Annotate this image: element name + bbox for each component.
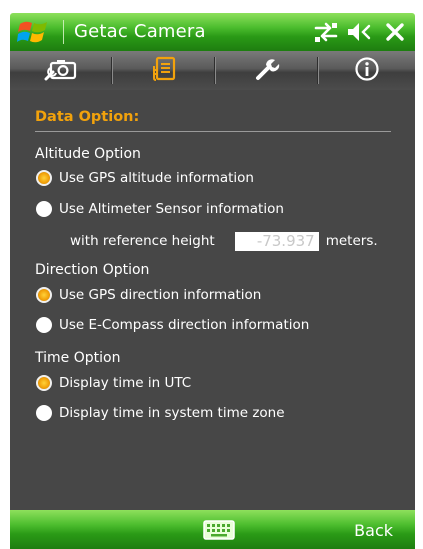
data-option-panel: Data Option: Altitude Option Use GPS alt…	[10, 90, 415, 510]
radio-altimeter-sensor[interactable]: Use Altimeter Sensor information	[36, 198, 284, 220]
windows-start-icon[interactable]	[17, 16, 51, 48]
radio-selected-icon[interactable]	[36, 375, 52, 391]
radio-time-system-zone-label: Display time in system time zone	[59, 405, 285, 421]
camera-wrench-icon	[43, 57, 79, 85]
altitude-option-label: Altitude Option	[35, 146, 141, 162]
section-divider	[35, 131, 391, 132]
title-bar: Getac Camera	[10, 13, 415, 51]
radio-unselected-icon[interactable]	[36, 405, 52, 421]
radio-gps-altitude-label: Use GPS altitude information	[59, 170, 254, 186]
radio-time-system-zone[interactable]: Display time in system time zone	[36, 402, 285, 424]
radio-unselected-icon[interactable]	[36, 201, 52, 217]
tab-about[interactable]	[319, 51, 415, 90]
radio-selected-icon[interactable]	[36, 287, 52, 303]
tab-tools[interactable]	[216, 51, 317, 90]
radio-gps-direction[interactable]: Use GPS direction information	[36, 284, 261, 306]
title-separator	[63, 20, 64, 44]
tab-data-option[interactable]	[113, 51, 214, 90]
network-connectivity-icon[interactable]	[312, 18, 340, 46]
close-icon[interactable]	[381, 18, 409, 46]
direction-option-label: Direction Option	[35, 262, 150, 278]
speaker-muted-icon[interactable]	[345, 18, 373, 46]
section-title: Data Option:	[35, 109, 140, 125]
device-screen: Getac Camera Data Option: Altitude Optio…	[0, 0, 423, 549]
tab-camera-settings[interactable]	[10, 51, 111, 90]
radio-time-utc-label: Display time in UTC	[59, 375, 192, 391]
app-title: Getac Camera	[74, 21, 206, 42]
time-option-label: Time Option	[35, 350, 121, 366]
wrench-icon	[254, 56, 280, 86]
reference-height-input[interactable]: -73.937	[234, 231, 319, 251]
radio-selected-icon[interactable]	[36, 170, 52, 186]
radio-ecompass-direction[interactable]: Use E-Compass direction information	[36, 314, 309, 336]
reference-height-label: with reference height	[70, 233, 215, 249]
info-icon	[354, 56, 380, 86]
reference-height-row: with reference height -73.937 meters.	[70, 230, 378, 252]
radio-gps-altitude[interactable]: Use GPS altitude information	[36, 167, 254, 189]
radio-unselected-icon[interactable]	[36, 317, 52, 333]
radio-gps-direction-label: Use GPS direction information	[59, 287, 262, 303]
radio-time-utc[interactable]: Display time in UTC	[36, 372, 191, 394]
reference-height-unit: meters.	[325, 233, 378, 249]
bottom-softkey-bar: Back	[10, 510, 415, 549]
tab-bar	[10, 51, 415, 90]
keyboard-icon[interactable]	[203, 519, 235, 541]
back-button[interactable]: Back	[354, 521, 393, 540]
radio-ecompass-direction-label: Use E-Compass direction information	[59, 317, 310, 333]
document-list-icon	[150, 56, 178, 86]
radio-altimeter-sensor-label: Use Altimeter Sensor information	[59, 201, 284, 217]
